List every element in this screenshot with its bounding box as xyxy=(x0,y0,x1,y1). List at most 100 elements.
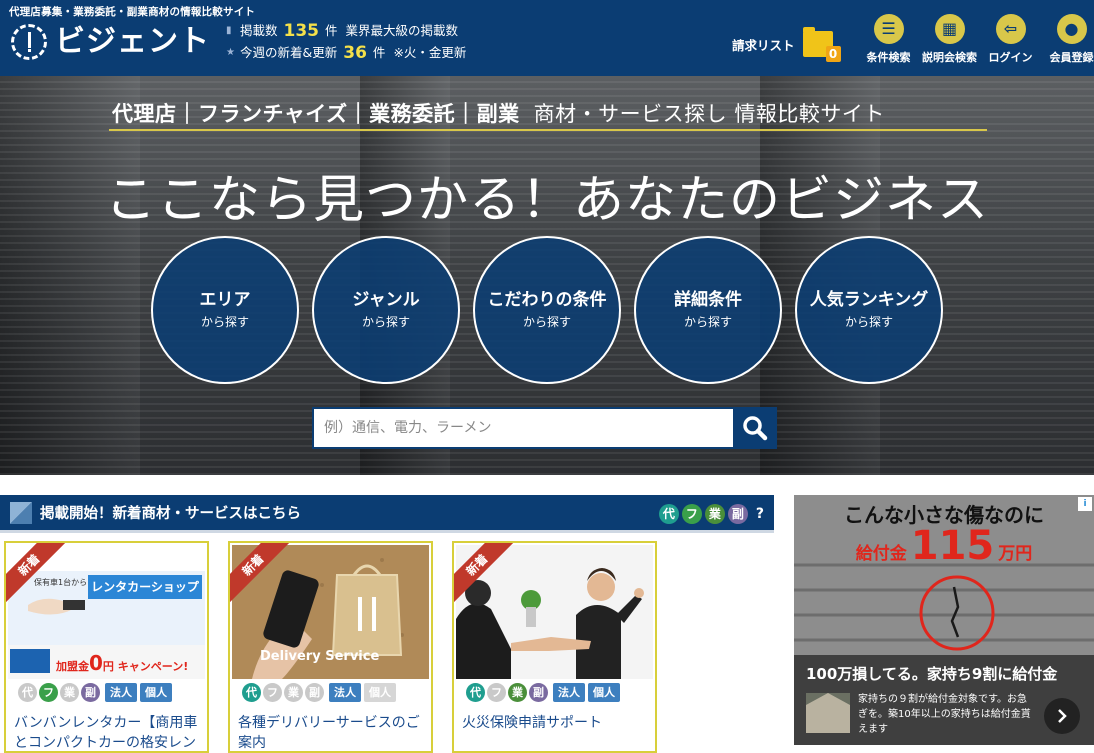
ad-amount-prefix: 給付金 xyxy=(855,544,907,564)
search-button[interactable] xyxy=(733,407,777,449)
nav-seminar-search[interactable]: ▦ 説明会検索 xyxy=(919,14,980,65)
tag-franchise: フ xyxy=(39,683,58,702)
nav-condition-search[interactable]: ☰ 条件検索 xyxy=(858,14,919,65)
star-icon: ★ xyxy=(226,47,235,58)
label-individual: 個人 xyxy=(364,683,396,702)
header-nav: ☰ 条件検索 ▦ 説明会検索 ⇦ ログイン ● 会員登録 xyxy=(858,14,1094,65)
tag-outsourcing: 業 xyxy=(704,504,725,524)
ad-caption: 100万損してる。家持ち9割に給付金 xyxy=(806,665,1058,683)
advertisement[interactable]: i こんな小さな傷なのに 給付金 115 万円 100万損してる。家持ち9割に給… xyxy=(794,495,1094,745)
listing-title[interactable]: 各種デリバリーサービスのご案内 xyxy=(238,713,428,751)
circle-title: エリア xyxy=(199,289,251,310)
site-logo[interactable]: ビジェント xyxy=(11,24,210,60)
search-input[interactable] xyxy=(312,407,733,449)
new-listings: 保有車1台から レンタカーショップ 加盟金 0 円 キャンペーン! 新着 代 フ… xyxy=(4,541,676,753)
label-corporate: 法人 xyxy=(329,683,361,702)
site-tagline: 代理店募集・業務委託・副業商材の情報比較サイト xyxy=(9,6,256,18)
circle-sub: から探す xyxy=(200,315,249,330)
listing-card[interactable]: 新着 代 フ 業 副 法人 個人 火災保険申請サポート xyxy=(452,541,657,753)
count-value: 135 xyxy=(283,21,320,41)
listing-title[interactable]: バンバンレンタカー【商用車とコンパクトカーの格安レン xyxy=(14,713,204,751)
circle-sub: から探す xyxy=(844,315,893,330)
tag-outsourcing: 業 xyxy=(60,683,79,702)
nav-register[interactable]: ● 会員登録 xyxy=(1041,14,1094,65)
ad-amount-unit: 万円 xyxy=(998,544,1033,564)
tag-agency: 代 xyxy=(18,683,37,702)
count-note: 業界最大級の掲載数 xyxy=(345,23,459,38)
detail-search-button[interactable]: 詳細条件 から探す xyxy=(634,236,782,384)
banner-text: 円 キャンペーン! xyxy=(102,660,189,673)
hero-section: 代理店｜フランチャイズ｜業務委託｜副業 商材・サービス探し 情報比較サイト ここな… xyxy=(0,76,1094,475)
condition-search-button[interactable]: こだわりの条件 から探す xyxy=(473,236,621,384)
listing-card[interactable]: 保有車1台から レンタカーショップ 加盟金 0 円 キャンペーン! 新着 代 フ… xyxy=(4,541,209,753)
ad-body: 家持ちの９割が給付金対象です。お急ぎを。築10年以上の家持ちは給付金貰えます xyxy=(858,694,1031,735)
tag-sidejob: 副 xyxy=(727,504,748,524)
request-list-button[interactable]: 請求リスト 0 xyxy=(732,27,841,62)
ad-amount: 給付金 115 万円 xyxy=(794,523,1094,569)
tag-sidejob: 副 xyxy=(81,683,100,702)
count-unit: 件 xyxy=(325,23,338,38)
banner-text: 保有車1台から xyxy=(34,578,88,587)
cube-icon xyxy=(10,501,32,524)
logo-text: ビジェント xyxy=(55,24,210,59)
folder-icon: 0 xyxy=(802,27,841,62)
area-search-button[interactable]: エリア から探す xyxy=(151,236,299,384)
weekly-note: ※火・金更新 xyxy=(393,45,467,60)
request-list-label: 請求リスト xyxy=(732,37,795,53)
hero-title: ここなら見つかる！あなたのビジネス xyxy=(104,171,989,230)
tag-outsourcing: 業 xyxy=(284,683,303,702)
tag-outsourcing: 業 xyxy=(508,683,527,702)
circle-title: ジャンル xyxy=(352,289,420,310)
tag-sidejob: 副 xyxy=(529,683,548,702)
label-corporate: 法人 xyxy=(553,683,585,702)
list-icon: ☰ xyxy=(873,14,904,44)
nav-label: 説明会検索 xyxy=(922,51,977,64)
banner-text: Delivery Service xyxy=(260,649,380,664)
label-individual: 個人 xyxy=(588,683,620,702)
keyword-search xyxy=(312,407,777,449)
circle-sub: から探す xyxy=(683,315,732,330)
weekly-label: 今週の新着&更新 xyxy=(240,45,338,60)
card-tags: 代 フ 業 副 法人 個人 xyxy=(466,683,620,702)
weekly-value: 36 xyxy=(343,43,367,63)
circle-sub: から探す xyxy=(361,315,410,330)
circle-title: 人気ランキング xyxy=(809,289,929,310)
nav-label: 条件検索 xyxy=(866,51,911,64)
banner-text: レンタカーショップ xyxy=(88,575,202,599)
weekly-unit: 件 xyxy=(372,45,386,60)
banner-text: 0 xyxy=(89,651,103,675)
listing-counts: ▮ 掲載数 135 件 業界最大級の掲載数 ★ 今週の新着&更新 36 件 ※火… xyxy=(226,20,466,64)
tag-franchise: フ xyxy=(681,504,702,524)
hero-subtitle-bold: 代理店｜フランチャイズ｜業務委託｜副業 xyxy=(112,102,520,126)
tag-agency: 代 xyxy=(658,504,679,524)
hero-subtitle-light: 商材・サービス探し 情報比較サイト xyxy=(533,102,885,126)
ranking-search-button[interactable]: 人気ランキングから探す xyxy=(795,236,943,384)
request-count-badge: 0 xyxy=(825,46,841,62)
card-tags: 代 フ 業 副 法人 個人 xyxy=(18,683,172,702)
search-category-circles: エリアから探す ジャンルから探す こだわりの条件 から探す 詳細条件 から探す 人気… xyxy=(151,236,956,384)
nav-login[interactable]: ⇦ ログイン xyxy=(980,14,1041,65)
label-individual: 個人 xyxy=(140,683,172,702)
genre-search-button[interactable]: ジャンル から探す xyxy=(312,236,460,384)
help-icon[interactable]: ? xyxy=(756,506,764,522)
count-label: 掲載数 xyxy=(240,23,278,38)
tag-franchise: フ xyxy=(263,683,282,702)
listing-title[interactable]: 火災保険申請サポート xyxy=(462,713,652,733)
tag-agency: 代 xyxy=(466,683,485,702)
chevron-right-icon xyxy=(1058,709,1067,723)
ad-next-button[interactable] xyxy=(1044,698,1080,734)
search-icon xyxy=(743,416,768,441)
listing-card[interactable]: Delivery Service 新着 代 フ 業 副 法人 個人 各種デリバリ… xyxy=(228,541,433,753)
document-icon: ▮ xyxy=(226,25,232,36)
calendar-icon: ▦ xyxy=(934,14,965,44)
nav-label: ログイン xyxy=(988,51,1033,64)
category-legend: 代 フ 業 副 ? xyxy=(656,504,764,524)
hero-subtitle: 代理店｜フランチャイズ｜業務委託｜副業 商材・サービス探し 情報比較サイト xyxy=(112,98,885,128)
hero-underline xyxy=(109,129,987,131)
card-tags: 代 フ 業 副 法人 個人 xyxy=(242,683,396,702)
banner-text: 加盟金 xyxy=(56,660,89,673)
circle-sub: から探す xyxy=(522,315,571,330)
new-listings-title: 掲載開始！新着商材・サービスはこちら xyxy=(40,506,301,522)
site-header: 代理店募集・業務委託・副業商材の情報比較サイト ビジェント ▮ 掲載数 135 … xyxy=(0,0,1094,76)
ad-amount-number: 115 xyxy=(910,523,995,569)
